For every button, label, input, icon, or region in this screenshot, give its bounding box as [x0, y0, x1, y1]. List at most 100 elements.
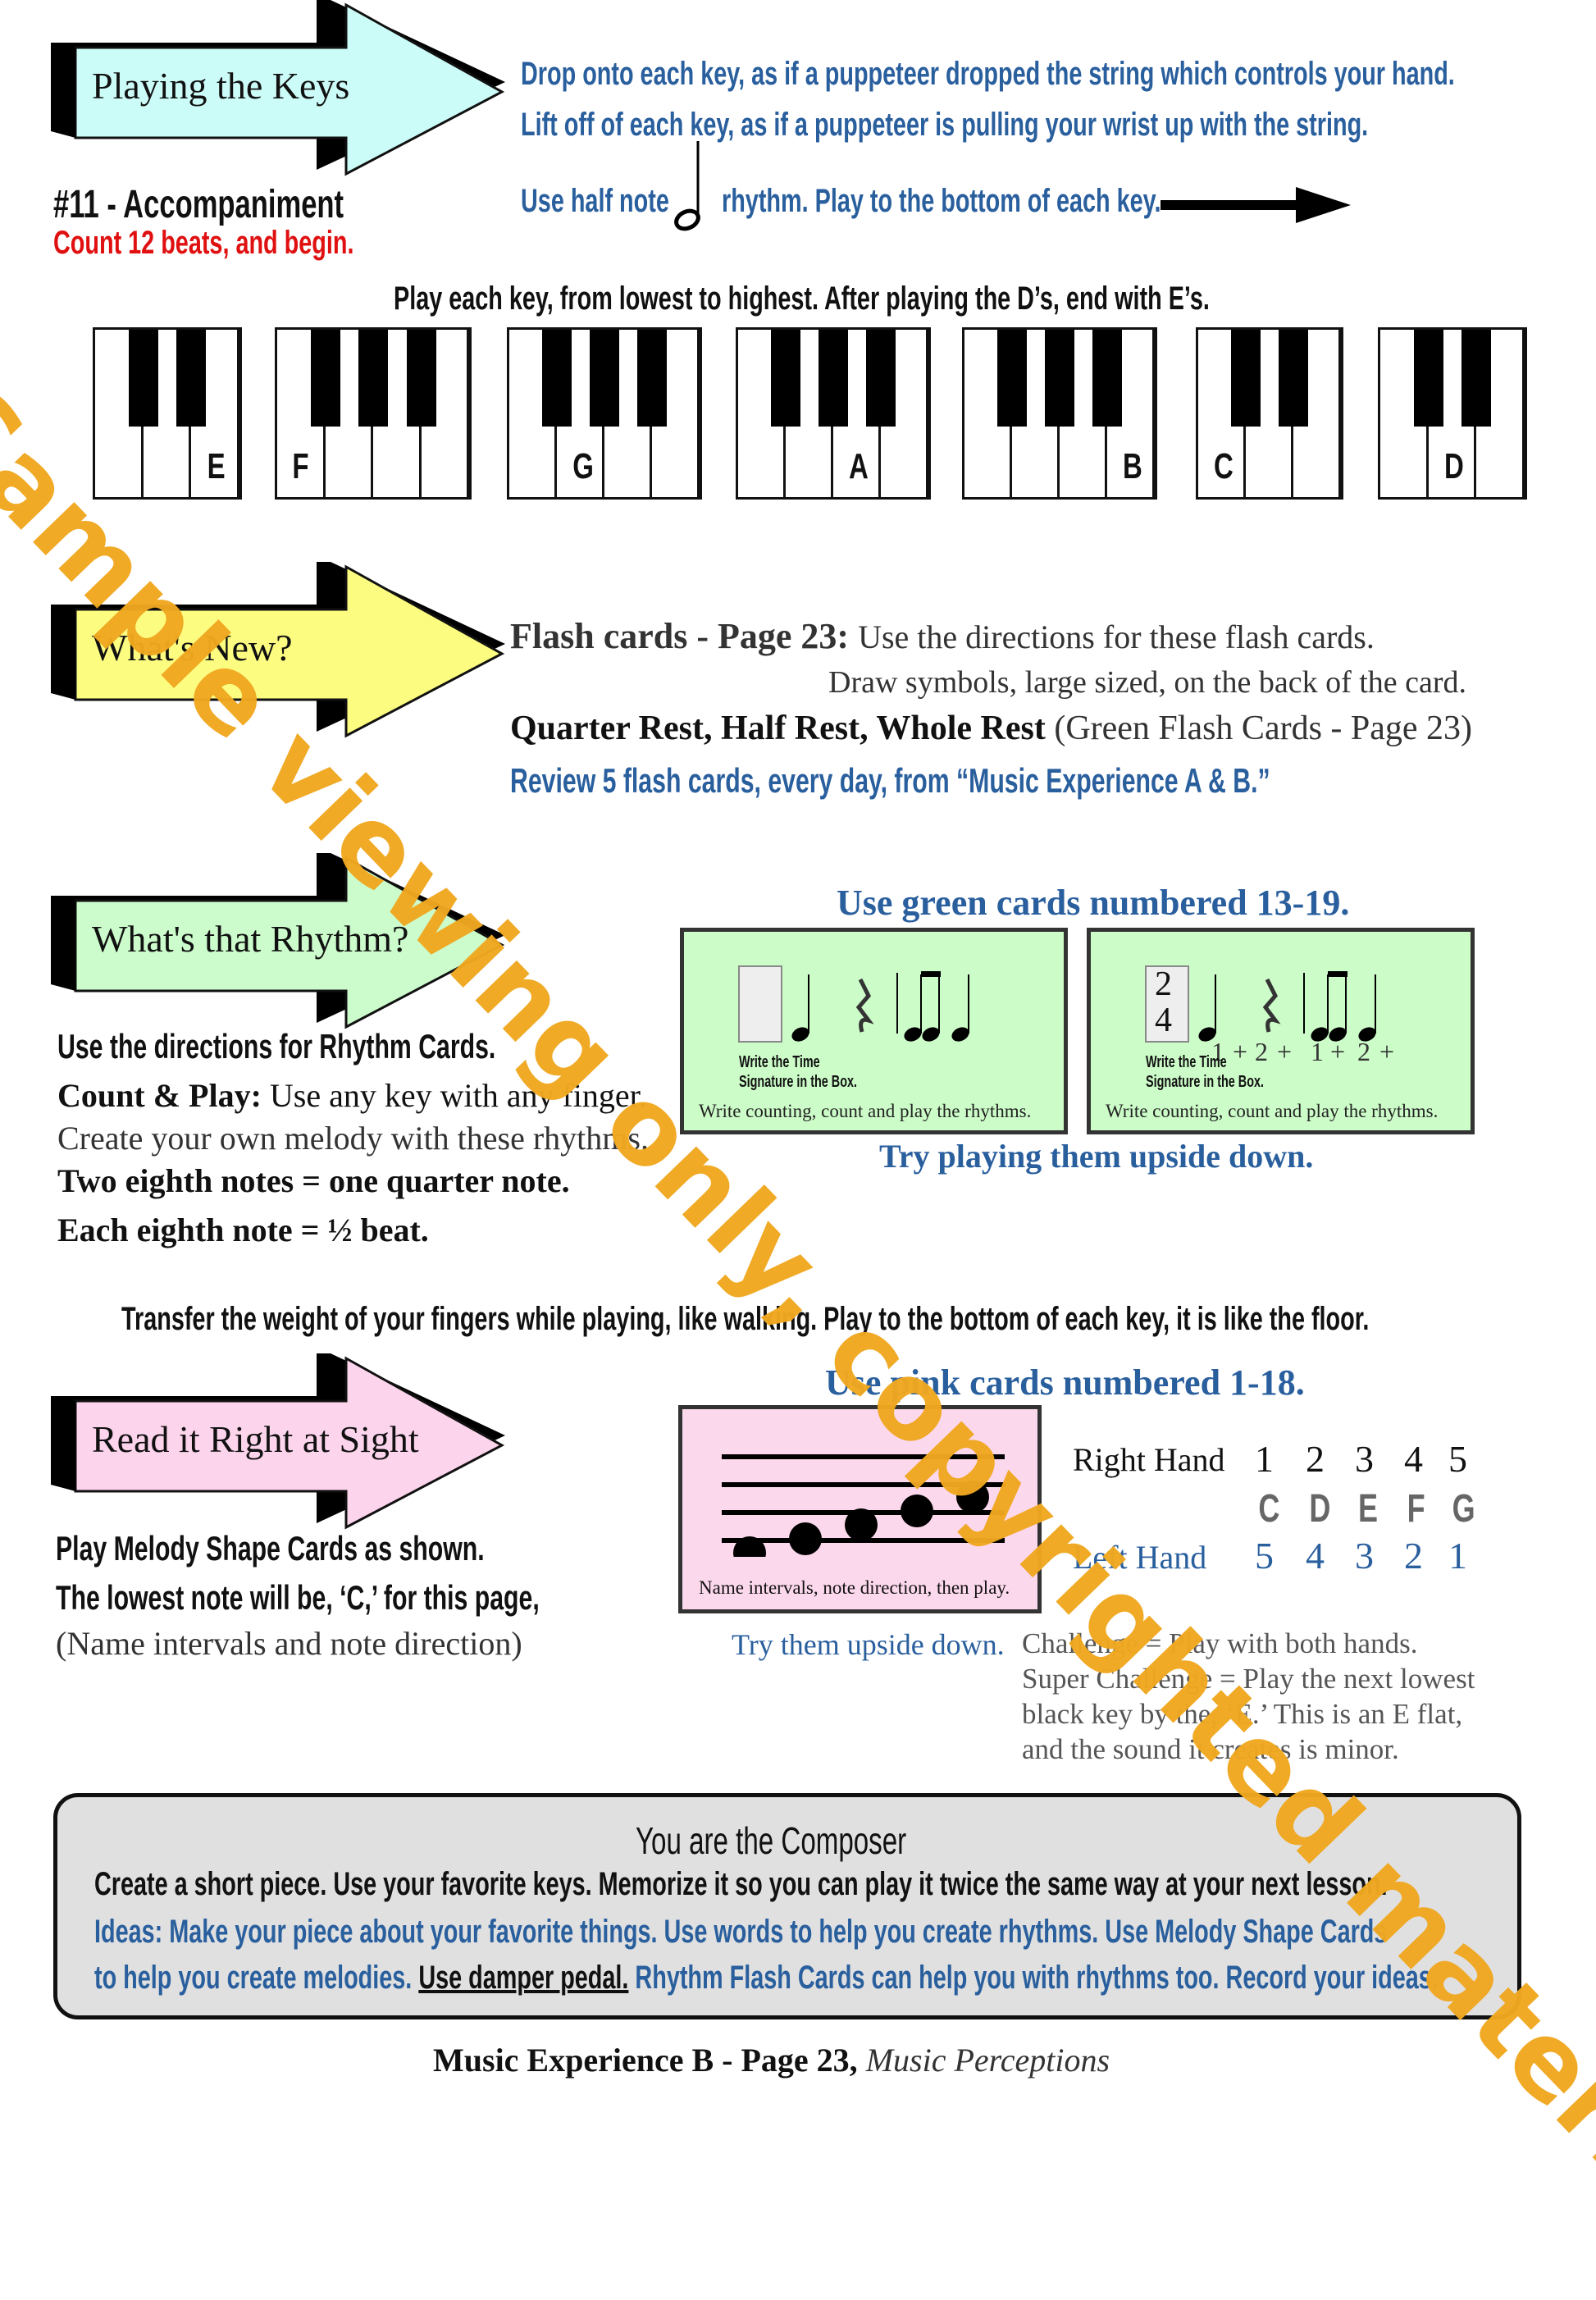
note-name: F: [1407, 1487, 1425, 1531]
black-key[interactable]: [771, 330, 800, 427]
key-label: E: [207, 446, 226, 486]
card-caption: Write counting, count and play the rhyth…: [1106, 1101, 1439, 1121]
composer-line-2: Ideas: Make your piece about your favori…: [94, 1914, 1388, 1950]
black-key[interactable]: [1231, 330, 1261, 427]
right-hand-finger: 5: [1448, 1438, 1467, 1480]
black-key[interactable]: [176, 330, 207, 427]
black-key[interactable]: [406, 330, 436, 427]
quarter-rest: [1262, 978, 1281, 1033]
sight-line-2: The lowest note will be, ‘C,’ for this p…: [56, 1578, 540, 1617]
black-key[interactable]: [590, 330, 619, 427]
flash-text: Use the directions for these flash cards…: [858, 618, 1375, 655]
instruction-2: Lift off of each key, as if a puppeteer …: [521, 107, 1369, 143]
footer-title: Music Experience B - Page 23,: [433, 2042, 858, 2079]
half-note-icon: [674, 141, 700, 231]
count-mark: +: [1330, 1037, 1346, 1066]
key-label: G: [572, 446, 594, 486]
eighth-rule-2: Each eighth note = ½ beat.: [57, 1212, 429, 1248]
key-label: F: [292, 446, 309, 486]
right-hand-finger: 2: [1306, 1438, 1325, 1480]
rhythm-card: Write the Time Signature in the Box. Write…: [680, 928, 1068, 1134]
count-play-label: Count & Play:: [57, 1077, 262, 1114]
left-hand-finger: 3: [1355, 1535, 1374, 1577]
note-name: G: [1452, 1487, 1475, 1531]
key-label: D: [1443, 446, 1464, 486]
rhythm-directions: Use the directions for Rhythm Cards.: [57, 1027, 496, 1066]
quarter-rest: [855, 978, 874, 1033]
black-key[interactable]: [358, 330, 388, 427]
keyboard-D: D: [1378, 327, 1527, 500]
right-hand-finger: 1: [1255, 1438, 1274, 1480]
arrow-label: Playing the Keys: [92, 65, 350, 107]
flash-title: Flash cards - Page 23:: [510, 616, 850, 656]
keyboard-F: F: [275, 327, 472, 500]
right-hand-label: Right Hand: [1073, 1441, 1225, 1478]
rests-note: (Green Flash Cards - Page 23): [1054, 710, 1473, 747]
left-hand-finger: 4: [1306, 1535, 1325, 1577]
key-label: B: [1122, 446, 1142, 486]
arrow-read-it-right: Read it Right at Sight: [46, 1347, 510, 1530]
rests-text: Quarter Rest, Half Rest, Whole Rest: [510, 710, 1046, 747]
note-name: E: [1358, 1487, 1379, 1531]
black-key[interactable]: [819, 330, 848, 427]
left-hand-finger: 5: [1255, 1535, 1274, 1577]
keyboard-E: E: [93, 327, 242, 500]
rhythm-pre: Use half note: [521, 183, 669, 219]
count-mark: +: [1379, 1037, 1395, 1066]
key-label: A: [848, 446, 869, 486]
keyboard-A: A: [736, 327, 931, 500]
black-key[interactable]: [866, 330, 896, 427]
black-key[interactable]: [1092, 330, 1122, 427]
try-them-upside-down: Try them upside down.: [732, 1628, 1005, 1661]
draw-text: Draw symbols, large sized, on the back o…: [828, 665, 1467, 700]
black-key[interactable]: [1461, 330, 1492, 427]
black-key[interactable]: [542, 330, 572, 427]
note-name: D: [1309, 1487, 1331, 1531]
card-signature: Signature in the Box.: [1146, 1073, 1265, 1091]
eighth-rule-1: Two eighth notes = one quarter note.: [57, 1162, 570, 1199]
note-name: C: [1258, 1487, 1280, 1531]
card-caption: Write counting, count and play the rhyth…: [699, 1101, 1032, 1121]
count-mark: +: [1277, 1037, 1293, 1066]
card-signature: Signature in the Box.: [739, 1073, 858, 1091]
right-hand-finger: 3: [1355, 1438, 1374, 1480]
review-text: Review 5 flash cards, every day, from “M…: [510, 761, 1270, 800]
composer-line-1: Create a short piece. Use your favorite …: [94, 1866, 1388, 1902]
sight-line-3: (Name intervals and note direction): [56, 1625, 522, 1662]
count-mark: 2: [1357, 1037, 1370, 1066]
right-hand-finger: 4: [1404, 1438, 1423, 1480]
card-write-time: Write the Time: [739, 1053, 820, 1071]
lesson-title: #11 - Accompaniment: [53, 183, 344, 226]
green-cards-title: Use green cards numbered 13-19.: [837, 883, 1350, 923]
black-key[interactable]: [997, 330, 1027, 427]
damper-pedal-text: Use damper pedal.: [418, 1960, 629, 1996]
black-key[interactable]: [637, 330, 667, 427]
keyboard-C: C: [1196, 327, 1343, 500]
composer-line-3a: to help you create melodies.: [94, 1960, 413, 1996]
instruction-1: Drop onto each key, as if a puppeteer dr…: [521, 56, 1455, 92]
keyboard-B: B: [962, 327, 1157, 500]
try-upside-down: Try playing them upside down.: [879, 1138, 1314, 1175]
composer-line-3b: Rhythm Flash Cards can help you with rhy…: [635, 1960, 1439, 1996]
rhythm-card: 2 4 1 +2 +1 +2 + Write the Time Signature in the…: [1087, 928, 1475, 1134]
black-key[interactable]: [1413, 330, 1443, 427]
sight-line-1: Play Melody Shape Cards as shown.: [56, 1529, 485, 1568]
composer-title: You are the Composer: [636, 1819, 907, 1862]
arrow-playing-the-keys: Playing the Keys: [46, 0, 510, 176]
black-key[interactable]: [1279, 330, 1308, 427]
count-in: Count 12 beats, and begin.: [53, 225, 354, 261]
black-key[interactable]: [310, 330, 340, 427]
black-key[interactable]: [1045, 330, 1074, 427]
time-signature-digit: 4: [1155, 1002, 1172, 1039]
footer-book: Music Perceptions: [865, 2042, 1110, 2079]
count-mark: +: [1233, 1037, 1248, 1066]
keys-direction: Play each key, from lowest to highest. A…: [394, 281, 1210, 317]
card-write-time: Write the Time: [1146, 1053, 1227, 1071]
time-signature-box: [738, 965, 782, 1043]
black-key[interactable]: [128, 330, 158, 427]
count-mark: 2: [1255, 1037, 1268, 1066]
left-hand-finger: 1: [1448, 1535, 1467, 1577]
card-caption: Name intervals, note direction, then pla…: [699, 1577, 1010, 1598]
right-arrow-icon: [1161, 187, 1351, 223]
keyboard-G: G: [507, 327, 702, 500]
